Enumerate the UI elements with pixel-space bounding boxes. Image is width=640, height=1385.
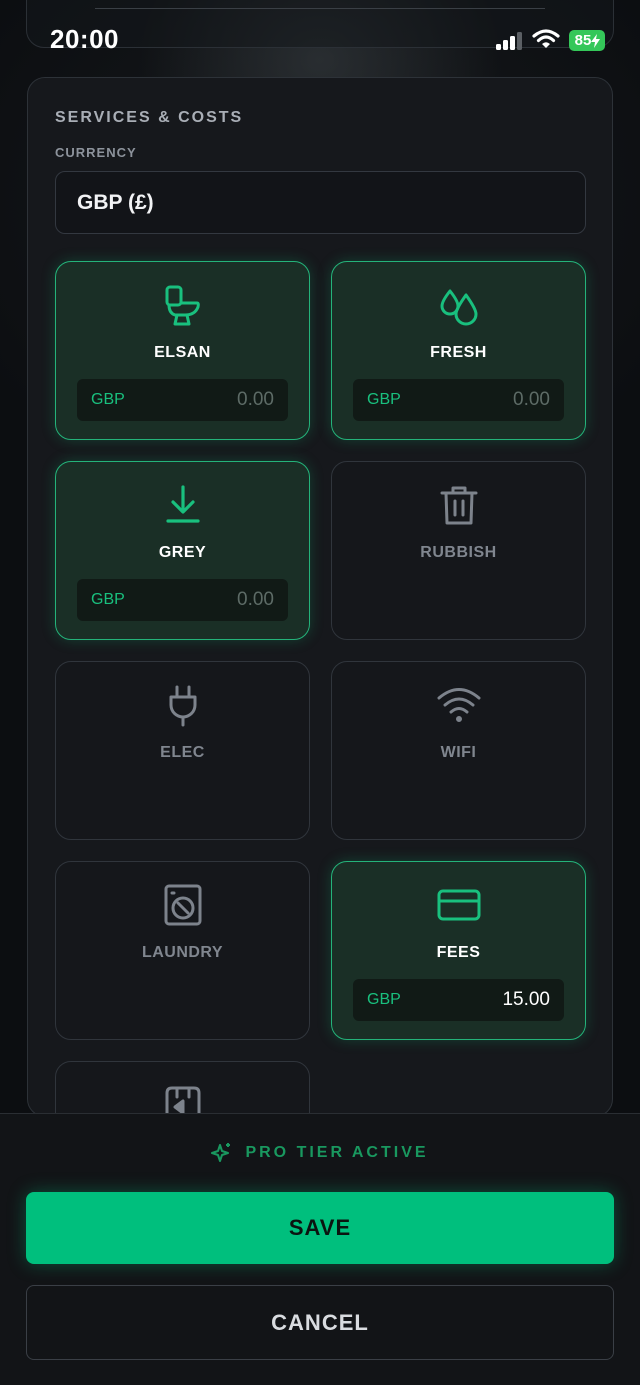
service-label: FRESH bbox=[430, 344, 487, 361]
plug-icon bbox=[169, 685, 196, 727]
service-tile-fees[interactable]: FEES GBP 15.00 bbox=[331, 861, 586, 1040]
wifi-status-icon bbox=[532, 29, 560, 48]
cost-value: 0.00 bbox=[513, 389, 550, 410]
service-label: ELSAN bbox=[154, 344, 211, 361]
cost-input[interactable]: GBP 15.00 bbox=[353, 979, 564, 1021]
currency-select[interactable]: GBP (£) bbox=[55, 171, 586, 234]
service-tile-rubbish[interactable]: RUBBISH bbox=[331, 461, 586, 640]
cost-input[interactable]: GBP 0.00 bbox=[77, 579, 288, 621]
cellular-signal-icon bbox=[496, 32, 524, 50]
services-costs-card: SERVICES & COSTS CURRENCY GBP (£) ELSAN … bbox=[27, 77, 613, 1117]
service-label: RUBBISH bbox=[420, 544, 497, 561]
footer-actions: PRO TIER ACTIVE SAVE CANCEL bbox=[0, 1113, 640, 1385]
service-tile-wifi[interactable]: WIFI bbox=[331, 661, 586, 840]
status-bar: 20:00 85 bbox=[0, 0, 640, 80]
currency-label: CURRENCY bbox=[55, 145, 137, 160]
service-label: WIFI bbox=[440, 744, 477, 761]
cost-currency: GBP bbox=[91, 591, 125, 608]
charging-bolt-icon bbox=[591, 33, 601, 48]
service-label: ELEC bbox=[160, 744, 205, 761]
status-time: 20:00 bbox=[50, 24, 119, 54]
cost-currency: GBP bbox=[367, 391, 401, 408]
cost-currency: GBP bbox=[91, 391, 125, 408]
service-tile-elsan[interactable]: ELSAN GBP 0.00 bbox=[55, 261, 310, 440]
pro-tier-badge: PRO TIER ACTIVE bbox=[0, 1142, 640, 1164]
trash-icon bbox=[440, 486, 477, 525]
sparkle-icon bbox=[211, 1143, 231, 1162]
gas-bottle-icon bbox=[165, 1086, 200, 1116]
service-tile-gas[interactable] bbox=[55, 1061, 310, 1116]
cost-value: 0.00 bbox=[237, 589, 274, 610]
cancel-button[interactable]: CANCEL bbox=[26, 1285, 614, 1360]
cost-input[interactable]: GBP 0.00 bbox=[77, 379, 288, 421]
cost-input[interactable]: GBP 0.00 bbox=[353, 379, 564, 421]
service-label: GREY bbox=[158, 544, 207, 561]
service-label: FEES bbox=[436, 944, 481, 961]
service-tile-elec[interactable]: ELEC bbox=[55, 661, 310, 840]
battery-level: 85 bbox=[574, 32, 592, 49]
cost-value: 15.00 bbox=[502, 989, 550, 1010]
service-label: LAUNDRY bbox=[141, 944, 224, 961]
currency-value: GBP (£) bbox=[77, 190, 154, 214]
battery-indicator: 85 bbox=[569, 30, 605, 51]
service-tile-grey[interactable]: GREY GBP 0.00 bbox=[55, 461, 310, 640]
pro-tier-label: PRO TIER ACTIVE bbox=[245, 1144, 429, 1161]
washing-machine-icon bbox=[164, 884, 201, 926]
service-tile-fresh[interactable]: FRESH GBP 0.00 bbox=[331, 261, 586, 440]
credit-card-icon bbox=[437, 889, 480, 921]
water-drops-icon bbox=[440, 289, 477, 326]
download-icon bbox=[165, 485, 200, 523]
cost-currency: GBP bbox=[367, 991, 401, 1008]
service-tile-laundry[interactable]: LAUNDRY bbox=[55, 861, 310, 1040]
section-title: SERVICES & COSTS bbox=[55, 109, 244, 126]
wifi-icon bbox=[437, 688, 480, 722]
toilet-icon bbox=[165, 285, 200, 326]
cost-value: 0.00 bbox=[237, 389, 274, 410]
save-button[interactable]: SAVE bbox=[26, 1192, 614, 1264]
